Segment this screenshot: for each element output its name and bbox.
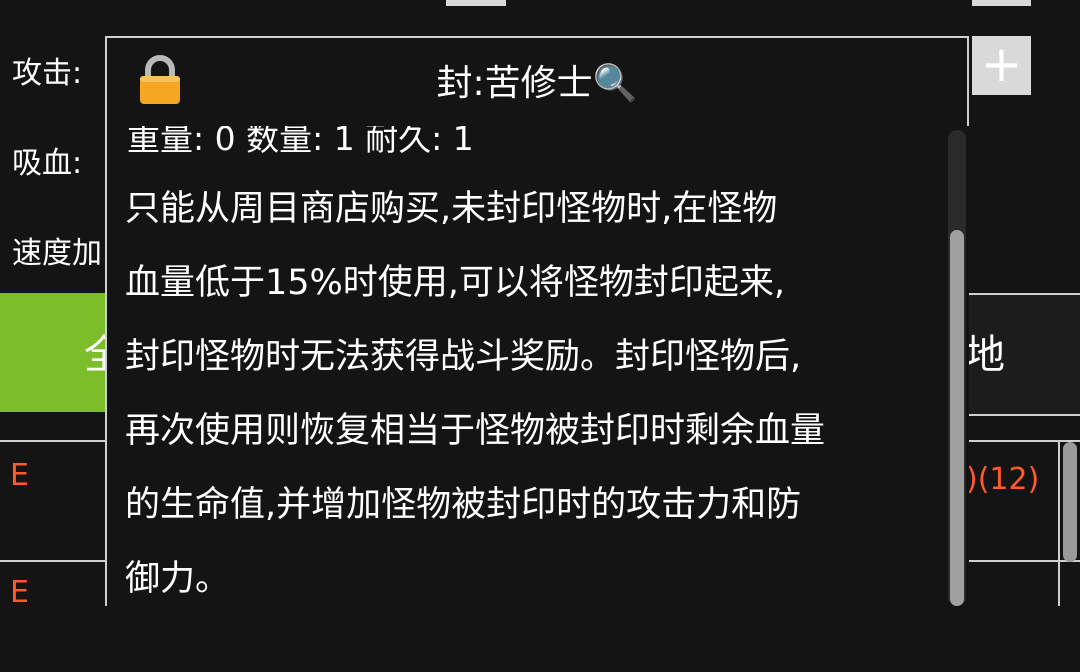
speed-label: 速度加 xyxy=(12,236,102,271)
description-line: 御力。 xyxy=(125,559,231,599)
item-description-panel: 重量: 0 数量: 1 耐久: 1 只能从周目商店购买,未封印怪物时,在怪物 血… xyxy=(105,126,969,606)
top-button-right[interactable] xyxy=(972,0,1031,6)
description-line: 再次使用则恢复相当于怪物被封印时剩余血量 xyxy=(125,411,826,451)
dialog-title: 封:苦修士🔍 xyxy=(436,63,638,104)
row-letter: E xyxy=(10,458,29,493)
top-button-left[interactable] xyxy=(446,0,506,6)
description-line: 封印怪物时无法获得战斗奖励。封印怪物后, xyxy=(125,337,802,377)
description-line: 血量低于15%时使用,可以将怪物封印起来, xyxy=(125,263,786,303)
row-value: )(12) xyxy=(966,462,1040,497)
right-button-label: 地 xyxy=(965,332,1005,378)
list-divider xyxy=(1058,442,1060,606)
list-scrollbar[interactable] xyxy=(1063,442,1077,562)
lifesteal-label: 吸血: xyxy=(12,146,83,181)
item-dialog-header: 封:苦修士🔍 xyxy=(105,36,969,128)
description-line: 的生命值,并增加怪物被封印时的攻击力和防 xyxy=(125,485,802,525)
item-stats-line: 重量: 0 数量: 1 耐久: 1 xyxy=(127,126,474,158)
item-description: 只能从周目商店购买,未封印怪物时,在怪物 血量低于15%时使用,可以将怪物封印起… xyxy=(125,172,925,606)
row-letter: E xyxy=(10,575,29,610)
attack-label: 攻击: xyxy=(12,56,83,91)
description-line: 只能从周目商店购买,未封印怪物时,在怪物 xyxy=(125,189,778,229)
add-button[interactable]: + xyxy=(972,36,1031,95)
dialog-scrollbar-thumb[interactable] xyxy=(950,230,964,606)
